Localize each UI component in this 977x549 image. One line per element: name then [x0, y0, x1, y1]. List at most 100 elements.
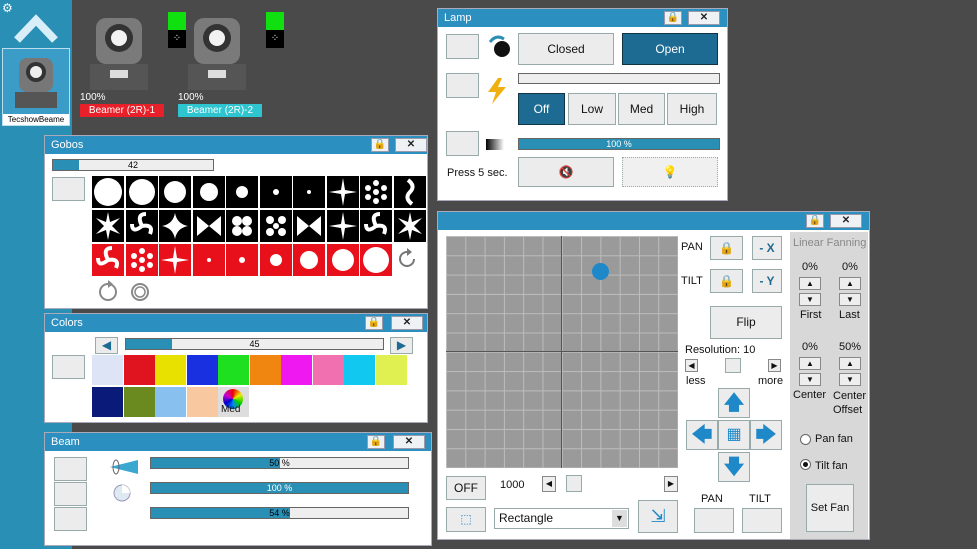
lock-icon[interactable]: 🔒 — [371, 138, 389, 152]
gobo-swirl[interactable] — [125, 210, 158, 242]
gobo-dots[interactable] — [259, 210, 292, 242]
zoom-bar[interactable]: 50 % — [150, 457, 409, 469]
lamp-shutter-select[interactable] — [446, 34, 479, 59]
color-swatch[interactable] — [123, 387, 155, 417]
lamp-power-bar[interactable] — [518, 73, 720, 84]
set-fan-button[interactable]: Set Fan — [806, 484, 854, 532]
gobo-star[interactable] — [159, 210, 191, 242]
fixture-2[interactable]: ⁘ 100% Beamer (2R)-2 — [178, 12, 284, 118]
minus-x-button[interactable]: - X — [752, 236, 782, 260]
med-button[interactable]: Med — [618, 93, 665, 125]
close-button[interactable]: ✕ — [393, 435, 425, 449]
dimmer-bar[interactable]: 100 % — [518, 138, 720, 150]
arrow-left-button[interactable]: 🡄 — [686, 420, 718, 450]
resolution-thumb[interactable] — [725, 358, 741, 373]
rotate-icon[interactable] — [395, 247, 419, 271]
color-swatch[interactable] — [344, 355, 375, 385]
gobo-bowtie[interactable] — [192, 210, 225, 242]
frost-bar[interactable]: 54 % — [150, 507, 409, 519]
color-wheel-icon[interactable]: Med — [218, 387, 249, 417]
speed-more-button[interactable]: ▶ — [664, 476, 678, 492]
beam-select-2[interactable] — [54, 482, 87, 506]
rotate-cw-icon[interactable] — [96, 280, 120, 304]
tilt-lock-button[interactable]: 🔒 — [710, 269, 743, 293]
gobo-star[interactable] — [92, 210, 124, 242]
color-swatch[interactable] — [186, 355, 218, 385]
lock-icon[interactable]: 🔒 — [664, 11, 682, 25]
gobo-circle[interactable] — [293, 176, 325, 208]
first-up-button[interactable]: ▲ — [799, 277, 821, 290]
gobo-circle[interactable] — [259, 244, 292, 276]
speed-thumb[interactable] — [566, 475, 582, 492]
offset-down-button[interactable]: ▼ — [839, 373, 861, 386]
gobo-star[interactable] — [326, 210, 359, 242]
color-swatch[interactable] — [92, 355, 123, 385]
tilt-fan-radio[interactable] — [800, 459, 811, 470]
center-down-button[interactable]: ▼ — [799, 373, 821, 386]
gobo-circle[interactable] — [125, 176, 158, 208]
color-next-button[interactable]: ▶ — [390, 337, 413, 354]
lamp-on-button[interactable]: 💡 — [622, 157, 718, 187]
fixture-tile-selected[interactable]: TecshowBeame — [2, 48, 70, 126]
closed-button[interactable]: Closed — [518, 33, 614, 65]
gobo-select-button[interactable] — [52, 177, 85, 201]
gobo-swirl[interactable] — [360, 210, 392, 242]
last-up-button[interactable]: ▲ — [839, 277, 861, 290]
gobo-circle[interactable] — [192, 244, 225, 276]
close-button[interactable]: ✕ — [395, 138, 427, 152]
first-down-button[interactable]: ▼ — [799, 293, 821, 306]
pan-fan-radio[interactable] — [800, 434, 811, 445]
offset-up-button[interactable]: ▲ — [839, 357, 861, 370]
gobo-circle[interactable] — [226, 176, 258, 208]
center-up-button[interactable]: ▲ — [799, 357, 821, 370]
swap-button[interactable]: ⇲ — [638, 500, 678, 533]
tilt-button[interactable] — [742, 508, 782, 533]
color-swatch[interactable] — [92, 387, 123, 417]
beam-select-1[interactable] — [54, 457, 87, 481]
color-slider[interactable]: 45 — [125, 338, 384, 350]
speed-less-button[interactable]: ◀ — [542, 476, 556, 492]
pan-tilt-grid[interactable] — [446, 236, 678, 468]
gobo-circle[interactable] — [293, 244, 325, 276]
pan-tilt-cursor[interactable] — [592, 263, 609, 280]
open-button[interactable]: Open — [622, 33, 718, 65]
color-swatch[interactable] — [123, 355, 155, 385]
gear-icon[interactable]: ⚙ — [2, 1, 13, 15]
fixture-1[interactable]: ⁘ 100% Beamer (2R)-1 — [80, 12, 186, 118]
close-button[interactable]: ✕ — [391, 316, 423, 330]
lock-icon[interactable]: 🔒 — [367, 435, 385, 449]
color-swatch[interactable] — [249, 355, 281, 385]
lamp-off-button[interactable]: 🔇 — [518, 157, 614, 187]
gobo-flower[interactable] — [226, 210, 258, 242]
flip-button[interactable]: Flip — [710, 306, 782, 339]
select-region-button[interactable]: ⬚ — [446, 507, 486, 532]
color-swatch[interactable] — [281, 355, 312, 385]
lamp-power-select[interactable] — [446, 73, 479, 98]
pan-lock-button[interactable]: 🔒 — [710, 236, 743, 260]
minus-y-button[interactable]: - Y — [752, 269, 782, 293]
focus-bar[interactable]: 100 % — [150, 482, 409, 494]
arrow-down-button[interactable]: 🡇 — [718, 452, 750, 482]
last-down-button[interactable]: ▼ — [839, 293, 861, 306]
color-swatch[interactable] — [155, 355, 186, 385]
chevron-up-icon[interactable] — [14, 8, 58, 44]
off-button[interactable]: Off — [518, 93, 565, 125]
color-swatch[interactable] — [312, 355, 344, 385]
gobo-dots[interactable] — [125, 244, 158, 276]
gobo-swirl[interactable] — [92, 244, 124, 276]
gobo-circle[interactable] — [92, 176, 124, 208]
color-select-button[interactable] — [52, 355, 85, 379]
resolution-more-button[interactable]: ▶ — [768, 359, 781, 372]
beam-select-3[interactable] — [54, 507, 87, 531]
gobo-circle[interactable] — [326, 244, 359, 276]
shape-select[interactable]: Rectangle ▼ — [494, 508, 629, 529]
gobo-circle[interactable] — [226, 244, 258, 276]
off-button[interactable]: OFF — [446, 476, 486, 500]
gobo-circle[interactable] — [360, 244, 392, 276]
lock-icon[interactable]: 🔒 — [365, 316, 383, 330]
resolution-less-button[interactable]: ◀ — [685, 359, 698, 372]
gobo-star[interactable] — [326, 176, 359, 208]
center-button[interactable]: ▦ — [718, 420, 750, 450]
color-swatch[interactable] — [375, 355, 407, 385]
high-button[interactable]: High — [667, 93, 717, 125]
